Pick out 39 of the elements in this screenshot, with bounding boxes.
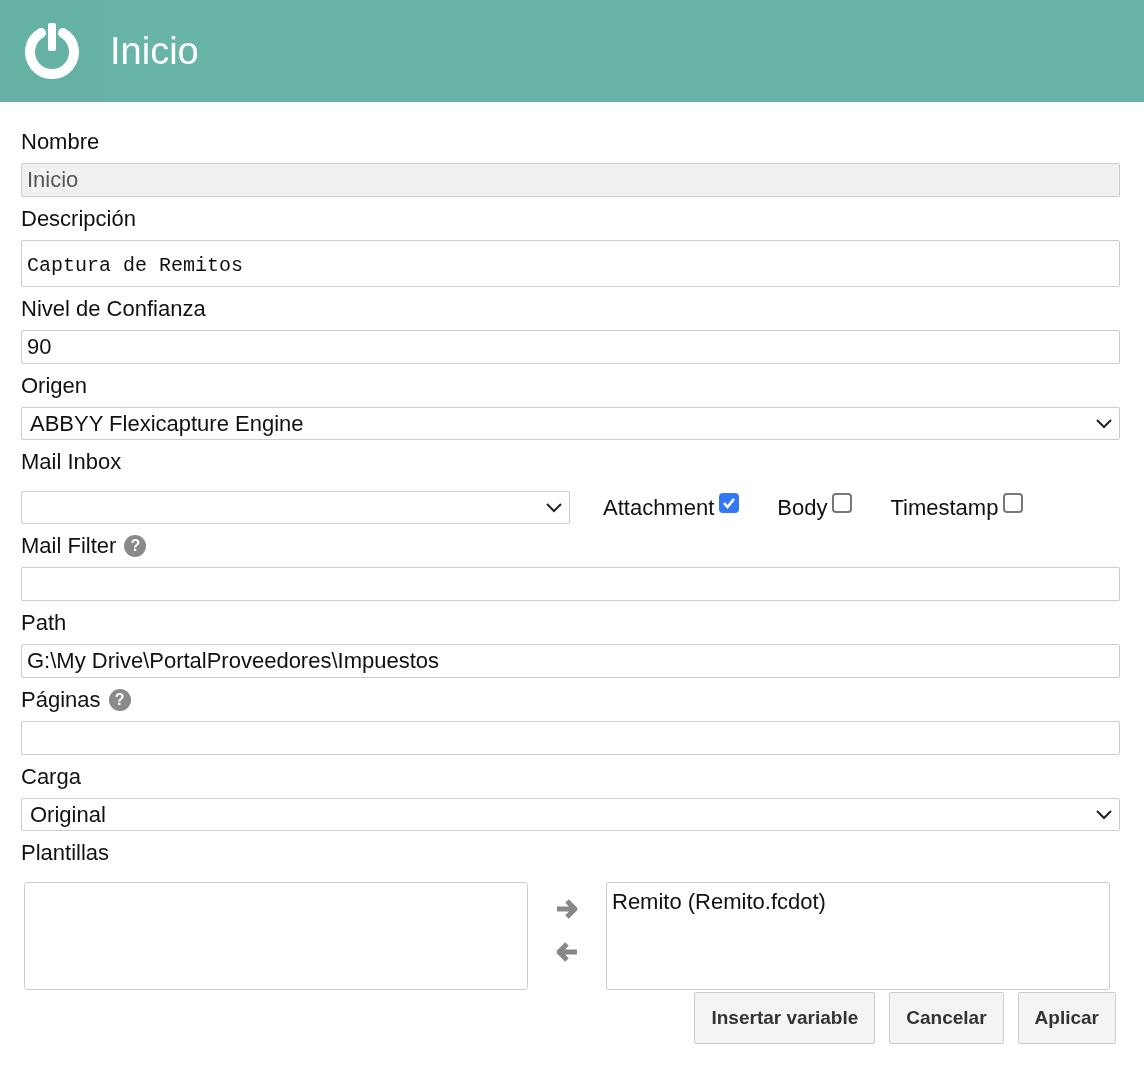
dropdown-value: Original <box>30 801 106 829</box>
field-label: Plantillas <box>21 840 110 866</box>
field-label: Páginas <box>21 687 101 713</box>
field-label: Path <box>21 610 67 636</box>
checkbox[interactable] <box>719 492 740 513</box>
chevron-down-icon <box>545 501 563 514</box>
checkbox-label: Body <box>777 494 828 522</box>
field-label: Mail Filter <box>21 533 117 559</box>
checkbox-label: Attachment <box>603 494 715 522</box>
action-button[interactable]: Aplicar <box>1017 992 1116 1044</box>
checkmark-icon <box>722 496 737 509</box>
move-right-button[interactable] <box>554 896 580 921</box>
input-field[interactable] <box>21 721 1120 755</box>
chevron-down-icon <box>1095 808 1113 821</box>
field-label: Mail Inbox <box>21 449 122 475</box>
field-label: Nivel de Confianza <box>21 296 206 322</box>
power-icon <box>22 21 82 81</box>
dropdown[interactable]: ABBYY Flexicapture Engine <box>21 407 1120 440</box>
action-button[interactable]: Cancelar <box>889 992 1004 1044</box>
input-field[interactable] <box>21 567 1120 601</box>
field-label: Descripción <box>21 206 136 232</box>
input-field[interactable]: Captura de Remitos <box>21 240 1120 287</box>
action-button[interactable]: Insertar variable <box>694 992 876 1044</box>
checkbox[interactable] <box>1003 492 1024 513</box>
chevron-down-icon <box>1095 417 1113 430</box>
list-item[interactable]: Remito (Remito.fcdot) <box>612 885 1104 918</box>
field-label: Origen <box>21 373 88 399</box>
page-title: Inicio <box>110 28 199 74</box>
arrow-right-icon <box>554 896 580 921</box>
field-label: Nombre <box>21 129 100 155</box>
field-label: Carga <box>21 764 81 790</box>
checkbox[interactable] <box>832 492 853 513</box>
dropdown-value: ABBYY Flexicapture Engine <box>30 410 304 438</box>
selected-template-list[interactable]: Remito (Remito.fcdot) <box>606 882 1110 990</box>
checkbox-label: Timestamp <box>890 494 999 522</box>
input-field[interactable]: G:\My Drive\PortalProveedores\Impuestos <box>21 644 1120 678</box>
dropdown[interactable]: Original <box>21 798 1120 831</box>
input-field[interactable]: 90 <box>21 330 1120 364</box>
arrow-left-icon <box>554 939 580 964</box>
